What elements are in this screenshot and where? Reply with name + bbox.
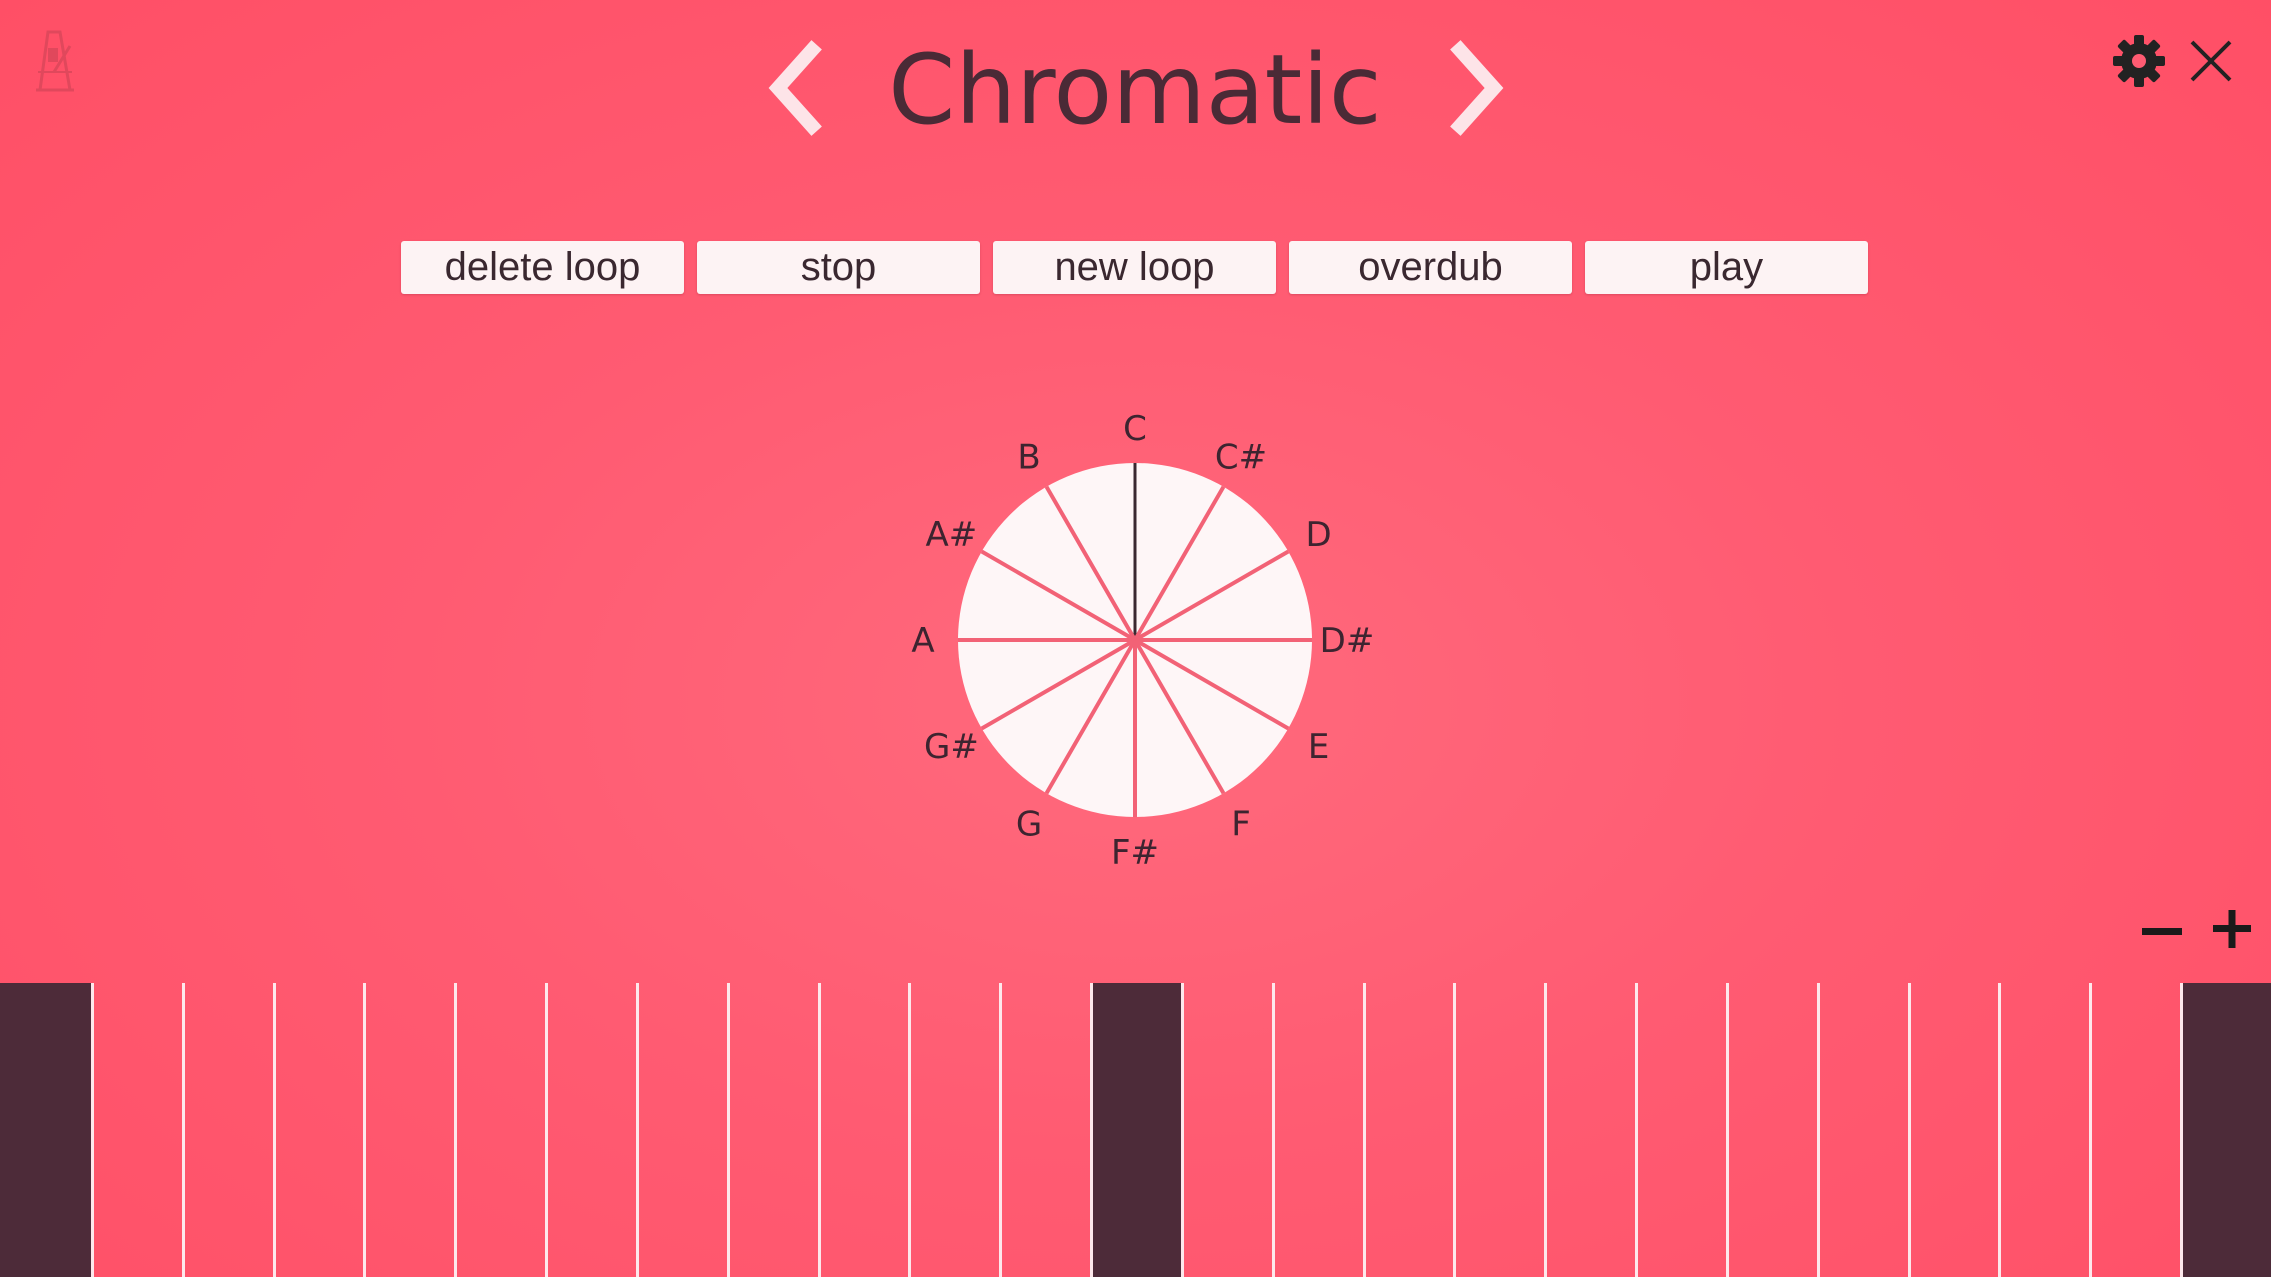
note-label-f-sharp[interactable]: F# — [1111, 833, 1159, 873]
keyboard-key[interactable] — [1816, 983, 1908, 1277]
close-button[interactable] — [2186, 36, 2236, 86]
close-icon — [2190, 40, 2232, 82]
plus-icon — [2213, 910, 2251, 948]
keyboard-key[interactable] — [635, 983, 727, 1277]
keyboard-key[interactable] — [726, 983, 818, 1277]
note-label-d-sharp[interactable]: D# — [1320, 621, 1375, 661]
keyboard-key[interactable] — [363, 983, 454, 1277]
keyboard-key[interactable] — [1725, 983, 1817, 1277]
keyboard-key[interactable] — [2180, 983, 2271, 1277]
keyboard-key[interactable] — [1998, 983, 2089, 1277]
play-button[interactable]: play — [1585, 241, 1868, 294]
keyboard-key[interactable] — [1907, 983, 1999, 1277]
note-label-e[interactable]: E — [1308, 727, 1329, 767]
loop-controls: delete loop stop new loop overdub play — [401, 241, 1869, 294]
note-label-a[interactable]: A — [911, 621, 934, 661]
keyboard-key[interactable] — [545, 983, 636, 1277]
note-label-c-sharp[interactable]: C# — [1215, 437, 1267, 477]
keyboard-key[interactable] — [454, 983, 545, 1277]
scale-title: Chromatic — [888, 34, 1382, 146]
metronome-icon[interactable] — [30, 26, 84, 94]
keyboard-key[interactable] — [908, 983, 999, 1277]
settings-button[interactable] — [2112, 34, 2166, 88]
stop-button[interactable]: stop — [697, 241, 980, 294]
note-label-d[interactable]: D — [1306, 515, 1332, 555]
keyboard-key[interactable] — [181, 983, 273, 1277]
keyboard-key[interactable] — [1544, 983, 1635, 1277]
keyboard — [0, 983, 2271, 1277]
overdub-button[interactable]: overdub — [1289, 241, 1572, 294]
note-wheel[interactable]: C C# D D# E F F# G G# A A# B — [870, 390, 1400, 920]
zoom-in-button[interactable] — [2210, 906, 2254, 950]
note-label-g[interactable]: G — [1016, 805, 1042, 845]
keyboard-key[interactable] — [1453, 983, 1544, 1277]
note-label-g-sharp[interactable]: G# — [924, 727, 979, 767]
next-scale-button[interactable] — [1440, 40, 1510, 140]
keyboard-key[interactable] — [1362, 983, 1454, 1277]
minus-icon — [2142, 928, 2182, 935]
keyboard-key[interactable] — [90, 983, 182, 1277]
keyboard-key[interactable] — [817, 983, 909, 1277]
note-label-c[interactable]: C — [1123, 409, 1147, 449]
keyboard-key[interactable] — [1271, 983, 1363, 1277]
zoom-out-button[interactable] — [2140, 910, 2184, 954]
keyboard-key[interactable] — [2089, 983, 2180, 1277]
keyboard-key[interactable] — [0, 983, 91, 1277]
keyboard-key[interactable] — [999, 983, 1090, 1277]
chevron-right-icon — [1450, 40, 1504, 136]
note-label-b[interactable]: B — [1017, 437, 1040, 477]
note-label-f[interactable]: F — [1231, 805, 1251, 845]
delete-loop-button[interactable]: delete loop — [401, 241, 684, 294]
keyboard-key[interactable] — [1090, 983, 1181, 1277]
previous-scale-button[interactable] — [762, 40, 832, 140]
keyboard-key[interactable] — [272, 983, 364, 1277]
note-label-a-sharp[interactable]: A# — [926, 515, 978, 555]
new-loop-button[interactable]: new loop — [993, 241, 1276, 294]
keyboard-key[interactable] — [1180, 983, 1272, 1277]
chevron-left-icon — [768, 40, 822, 136]
gear-icon — [2113, 35, 2165, 87]
keyboard-key[interactable] — [1635, 983, 1726, 1277]
